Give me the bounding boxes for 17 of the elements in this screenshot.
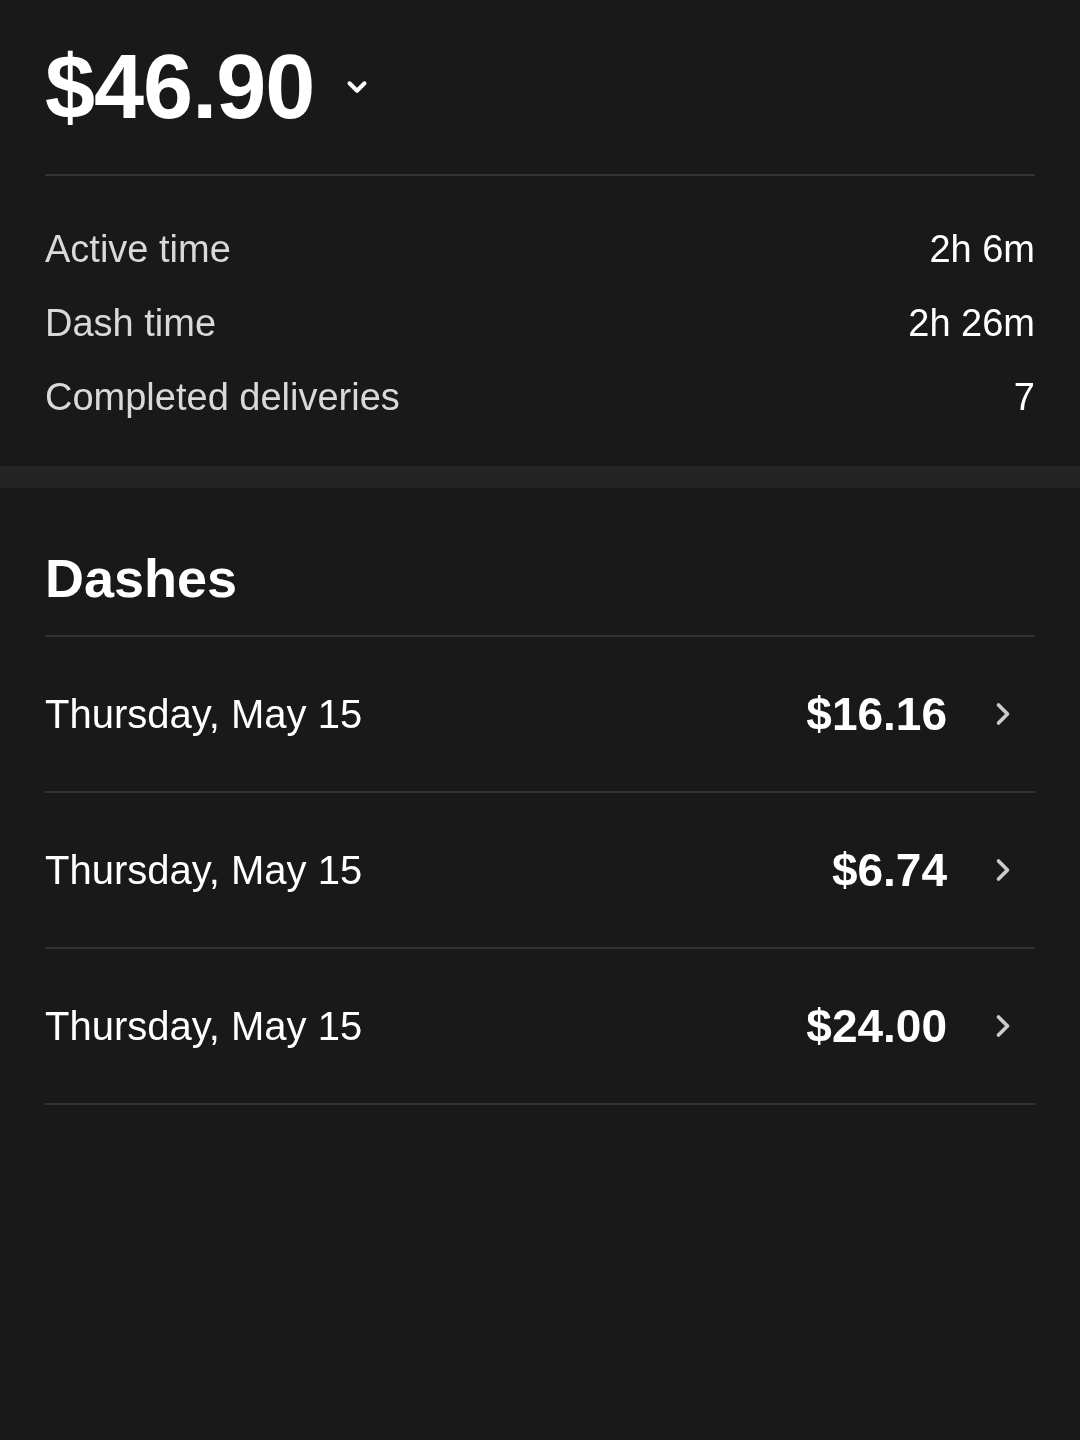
total-earnings-dropdown[interactable]: $46.90 <box>45 42 373 132</box>
stat-label: Active time <box>45 230 231 268</box>
dash-amount: $16.16 <box>806 691 947 737</box>
dash-date: Thursday, May 15 <box>45 850 363 890</box>
stat-value: 2h 26m <box>908 304 1035 342</box>
dash-row[interactable]: Thursday, May 15 $6.74 <box>45 793 1035 949</box>
dashes-heading: Dashes <box>45 548 239 608</box>
stat-label: Dash time <box>45 304 217 342</box>
dash-date: Thursday, May 15 <box>45 694 363 734</box>
dash-date: Thursday, May 15 <box>45 1006 363 1046</box>
dash-amount: $24.00 <box>806 1003 947 1049</box>
dash-row[interactable]: Thursday, May 15 $24.00 <box>45 949 1035 1105</box>
dash-amount: $6.74 <box>831 847 947 893</box>
stat-value: 2h 6m <box>929 230 1035 268</box>
stat-value: 7 <box>1013 378 1035 416</box>
dash-row[interactable]: Thursday, May 15 $16.16 <box>45 637 1035 793</box>
stat-label: Completed deliveries <box>45 378 400 416</box>
